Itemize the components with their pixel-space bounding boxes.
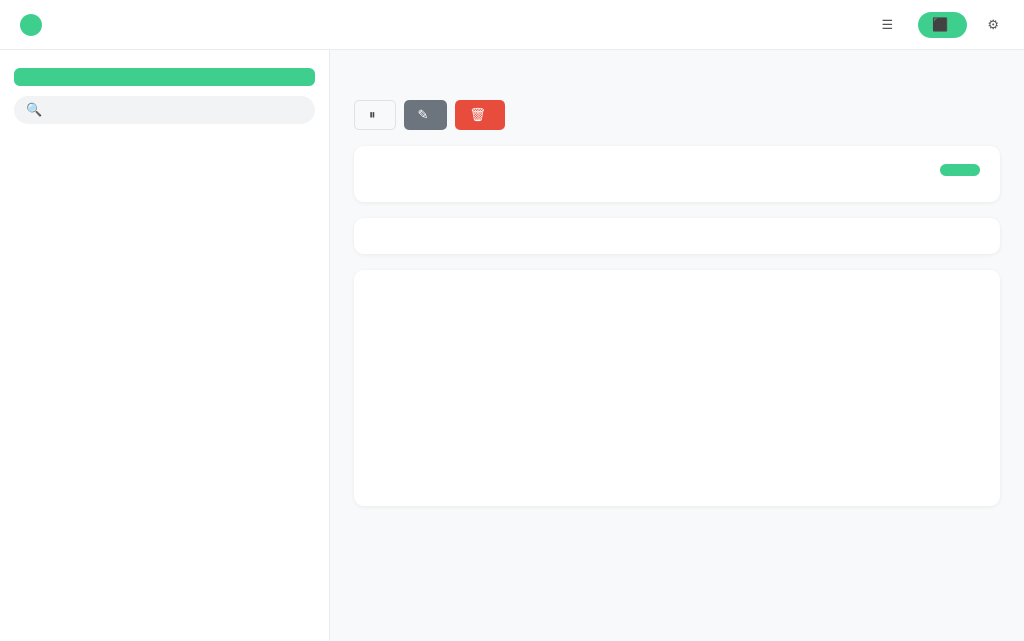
main-content: ⏸ ✎ 🗑 xyxy=(330,50,1024,641)
layout: 🔍 ⏸ ✎ 🗑 xyxy=(0,50,1024,641)
monitor-list xyxy=(0,134,329,641)
header-nav: ☰ ⬛ ⚙ xyxy=(882,12,1005,38)
uptime-bar-card xyxy=(354,146,1000,202)
chart-wrapper xyxy=(374,288,980,488)
action-bar: ⏸ ✎ 🗑 xyxy=(354,100,1000,130)
menu-icon: ☰ xyxy=(882,17,894,33)
pause-icon: ⏸ xyxy=(369,107,376,123)
add-monitor-button[interactable] xyxy=(14,68,315,86)
settings-icon: ⚙ xyxy=(987,17,999,33)
chart-card xyxy=(354,270,1000,506)
search-box: 🔍 xyxy=(14,96,315,124)
search-input[interactable] xyxy=(48,103,303,118)
settings-nav[interactable]: ⚙ xyxy=(987,17,1004,33)
sidebar-top: 🔍 xyxy=(0,50,329,134)
chart-container xyxy=(414,288,980,488)
header: ☰ ⬛ ⚙ xyxy=(0,0,1024,50)
delete-icon: 🗑 xyxy=(469,107,486,123)
stats-card xyxy=(354,218,1000,254)
status-page-nav[interactable]: ☰ xyxy=(882,17,899,33)
pause-button[interactable]: ⏸ xyxy=(354,100,396,130)
delete-button[interactable]: 🗑 xyxy=(455,100,505,130)
sidebar: 🔍 xyxy=(0,50,330,641)
response-chart xyxy=(414,288,980,488)
uptime-bar-row xyxy=(374,164,980,176)
edit-button[interactable]: ✎ xyxy=(404,100,448,130)
logo xyxy=(20,14,50,36)
dashboard-icon: ⬛ xyxy=(932,17,948,33)
edit-icon: ✎ xyxy=(418,107,429,123)
search-icon: 🔍 xyxy=(26,102,42,118)
logo-icon xyxy=(20,14,42,36)
up-badge xyxy=(940,164,980,176)
dashboard-nav[interactable]: ⬛ xyxy=(918,12,967,38)
